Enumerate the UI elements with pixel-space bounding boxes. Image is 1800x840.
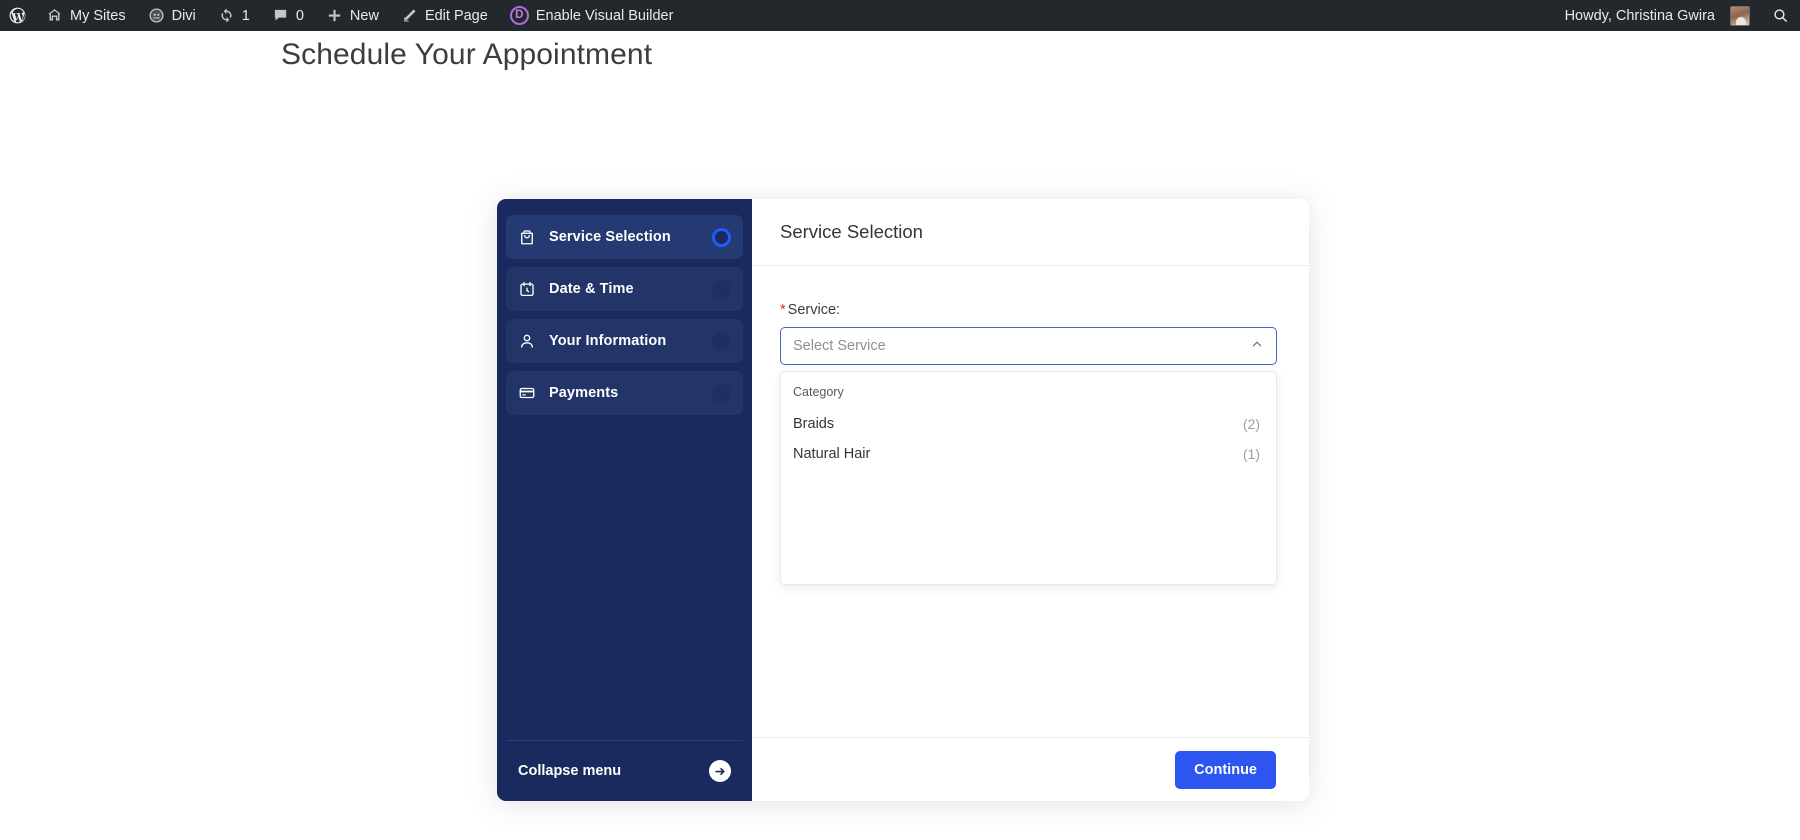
step-status-indicator [712,279,731,299]
sidebar-item-label: Payments [549,385,619,401]
sites-icon [46,7,63,24]
sidebar-item-payments[interactable]: Payments [506,371,743,415]
panel-body: * Service: Select Service Category Braids… [752,266,1309,737]
admin-bar-item-howdy[interactable]: Howdy, Christina Gwira [1554,0,1761,31]
plus-icon [326,7,343,24]
divi-badge-icon: D [509,6,529,25]
booking-steps-sidebar: Service Selection Date & Time Your Infor… [497,199,752,801]
service-select[interactable]: Select Service [780,327,1277,365]
sidebar-item-your-information[interactable]: Your Information [506,319,743,363]
dropdown-option-label: Braids [793,416,835,432]
service-select-placeholder: Select Service [793,338,886,354]
admin-bar-item-divi[interactable]: Divi [137,0,207,31]
arrow-right-circle-icon [709,760,731,782]
sidebar-item-label: Service Selection [549,229,671,245]
sidebar-item-label: Your Information [549,333,667,349]
sidebar-item-date-time[interactable]: Date & Time [506,267,743,311]
dropdown-option-label: Natural Hair [793,446,871,462]
howdy-label: Howdy, Christina Gwira [1564,7,1715,24]
booking-widget: Service Selection Date & Time Your Infor… [497,199,1309,801]
admin-bar-item-new[interactable]: New [315,0,390,31]
comment-icon [272,7,289,24]
continue-button[interactable]: Continue [1175,750,1276,789]
step-status-indicator [712,383,731,403]
admin-bar-label: 0 [295,7,304,24]
calendar-clock-icon [516,280,537,298]
search-icon [1772,7,1789,24]
admin-bar-label: Edit Page [424,7,488,24]
dropdown-option-count: (2) [1242,416,1260,432]
booking-main-panel: Service Selection * Service: Select Servi… [752,199,1309,801]
admin-bar-label: My Sites [70,7,126,24]
sidebar-item-label: Date & Time [549,281,634,297]
credit-card-icon [516,384,537,402]
admin-bar-item-updates[interactable]: 1 [207,0,261,31]
dropdown-option-count: (1) [1242,446,1260,462]
pencil-icon [401,7,418,24]
admin-bar-right-group: Howdy, Christina Gwira [1554,0,1800,31]
chevron-up-icon [1250,337,1264,355]
shopping-bag-icon [516,228,537,246]
admin-bar-label: 1 [241,7,250,24]
sidebar-item-service-selection[interactable]: Service Selection [506,215,743,259]
collapse-menu-button[interactable]: Collapse menu [509,741,740,801]
admin-bar-item-edit-page[interactable]: Edit Page [390,0,499,31]
required-asterisk: * [780,302,786,318]
service-field-label: * Service: [780,302,1277,318]
update-icon [218,7,235,24]
service-dropdown-list[interactable]: Category Braids (2) Natural Hair (1) [780,371,1277,585]
divi-gauge-icon [148,7,165,24]
admin-bar-item-enable-visual-builder[interactable]: D Enable Visual Builder [499,0,685,31]
panel-heading: Service Selection [752,199,1309,266]
step-status-indicator [712,227,731,247]
step-status-indicator [712,331,731,351]
panel-footer: Continue [752,737,1309,801]
person-icon [516,332,537,350]
admin-bar-item-my-sites[interactable]: My Sites [35,0,137,31]
admin-bar-label: New [349,7,379,24]
dropdown-group-header: Category [793,385,844,399]
wordpress-logo-button[interactable] [0,0,35,31]
collapse-menu-section: Collapse menu [506,740,743,801]
admin-bar-label: Divi [171,7,196,24]
page-title: Schedule Your Appointment [281,38,653,71]
admin-bar-search-button[interactable] [1761,0,1800,31]
wordpress-logo-icon [8,6,27,25]
avatar [1730,5,1750,26]
collapse-menu-label: Collapse menu [518,763,622,779]
wp-admin-bar: My Sites Divi 1 0 New Edit Page D Enable… [0,0,1800,31]
admin-bar-item-comments[interactable]: 0 [261,0,315,31]
admin-bar-label: Enable Visual Builder [535,7,674,24]
service-label-text: Service: [787,302,841,318]
dropdown-option-natural-hair[interactable]: Natural Hair (1) [781,439,1276,469]
dropdown-option-braids[interactable]: Braids (2) [781,409,1276,439]
